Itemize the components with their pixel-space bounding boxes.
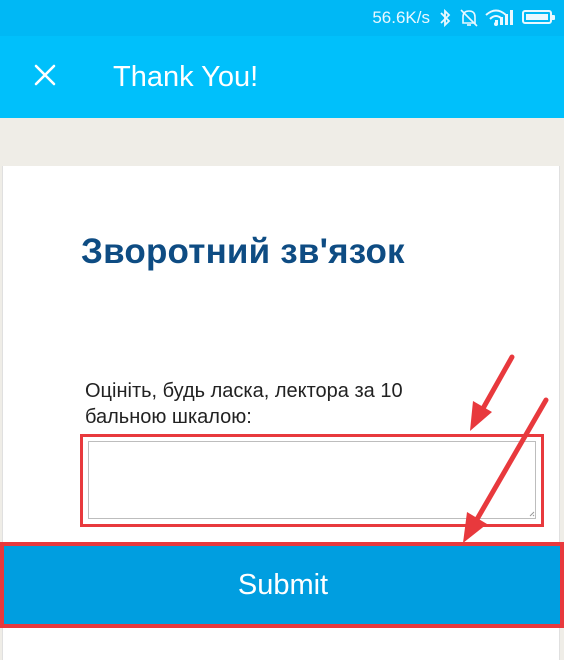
- app-bar: Thank You!: [0, 36, 564, 118]
- network-speed: 56.6K/s: [372, 8, 430, 27]
- alarm-off-icon: [458, 7, 480, 34]
- close-icon: [33, 63, 57, 92]
- close-button[interactable]: [26, 58, 64, 96]
- question-label: Оцініть, будь ласка, лектора за 10 бальн…: [85, 380, 403, 428]
- submit-button[interactable]: Submit: [4, 546, 562, 624]
- form-heading: Зворотний зв'язок: [81, 232, 405, 271]
- resize-grip-icon: [529, 511, 535, 517]
- status-bar: 56.6K/s: [0, 0, 564, 36]
- page-title: Thank You!: [113, 61, 259, 93]
- battery-icon: [522, 10, 555, 24]
- rating-textarea[interactable]: [88, 441, 536, 519]
- bluetooth-icon: [438, 7, 452, 34]
- signal-icon: [494, 7, 514, 32]
